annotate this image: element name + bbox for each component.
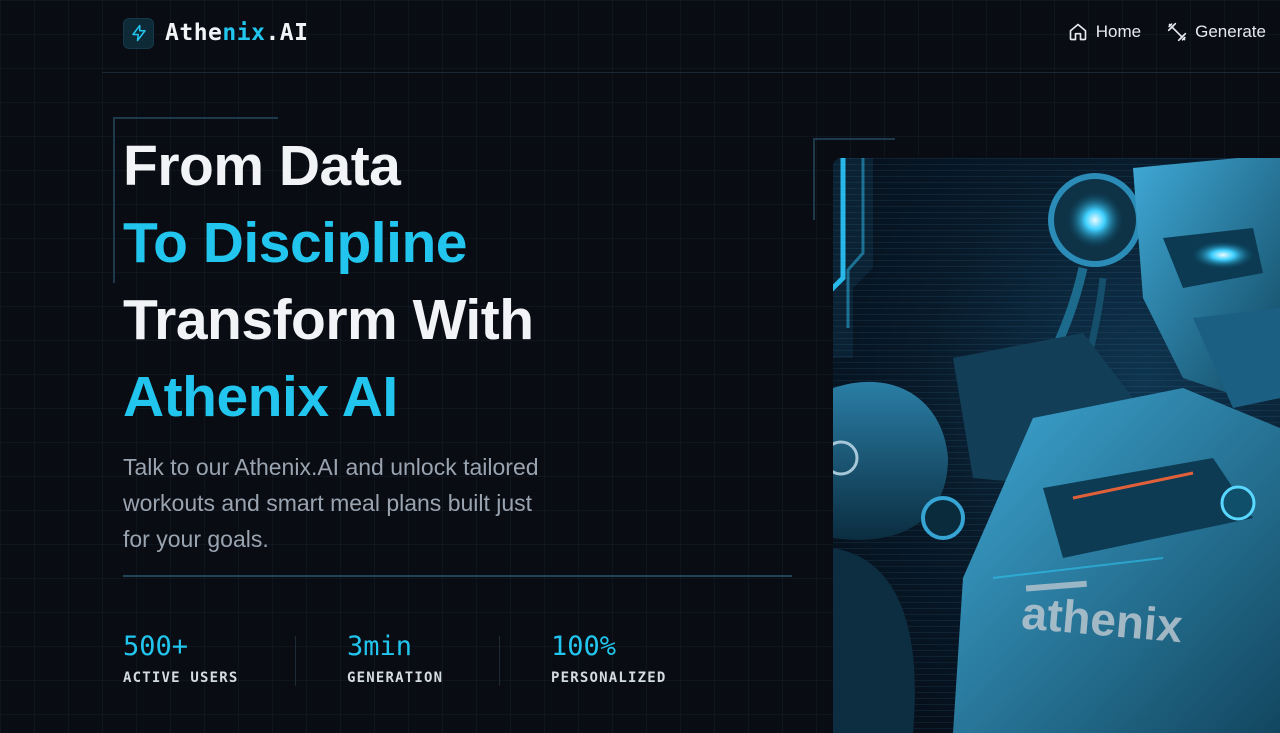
logo-text: Athenix.AI [165,20,309,46]
headline-line-2: To Discipline [123,211,467,275]
stat-label: GENERATION [347,670,444,686]
hero-robot-image: athenix [833,158,1280,733]
lightning-icon [123,17,154,49]
hero-headline: From Data To Discipline Transform With A… [123,128,534,436]
robot-illustration: athenix [833,158,1280,733]
stat-generation: 3min GENERATION [347,630,443,686]
hero-subtitle: Talk to our Athenix.AI and unlock tailor… [123,454,539,552]
logo[interactable]: Athenix.AI [123,17,308,49]
nav-generate-link[interactable]: Generate [1167,22,1266,42]
stat-personalized: 100% PERSONALIZED [551,630,667,686]
dumbbell-icon [1167,22,1187,42]
home-icon [1068,22,1088,42]
headline-line-4: Athenix AI [123,365,398,429]
nav-home-label: Home [1095,22,1142,41]
main-nav: Home Generate [1068,22,1266,42]
nav-generate-label: Generate [1195,22,1266,41]
stat-label: PERSONALIZED [551,670,667,686]
stat-value: 500+ [123,631,189,662]
headline-line-3: Transform With [123,288,534,352]
stat-active-users: 500+ ACTIVE USERS [123,630,239,686]
headline-line-1: From Data [123,134,401,198]
header-divider [102,72,1280,73]
hero-divider [123,575,792,577]
nav-home-link[interactable]: Home [1068,22,1141,42]
top-navbar: Athenix.AI Home Generate [0,0,1280,72]
stat-label: ACTIVE USERS [123,670,239,686]
stat-divider [499,636,500,686]
stat-divider [295,636,296,686]
stat-value: 3min [347,631,413,662]
stat-value: 100% [551,631,617,662]
